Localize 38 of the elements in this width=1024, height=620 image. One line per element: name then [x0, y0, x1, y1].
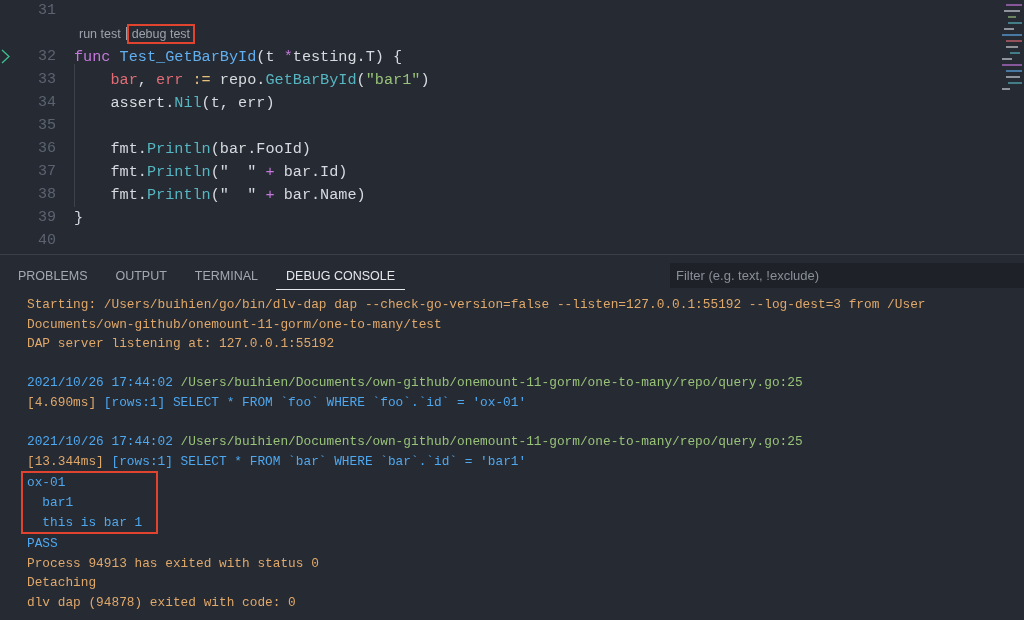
- console-line: ox-01: [27, 474, 67, 493]
- filter-field[interactable]: Filter (e.g. text, !exclude): [670, 262, 1024, 288]
- line-number: 35: [37, 117, 56, 134]
- console-line: dlv dap (94878) exited with code: 0: [27, 593, 297, 612]
- line-number: 37: [37, 163, 56, 180]
- console-line: 2021/10/26 17:44:02 /Users/buihien/Documents/own-github/onemount-11-gorm/one-to-many/repo/query.go:25: [27, 433, 804, 452]
- code-line: func Test_GetBarById(t *testing.T) {: [74, 47, 403, 66]
- console-line: [13.344ms] [rows:1] SELECT * FROM `bar` WHERE `bar`.`id` = 'bar1': [27, 452, 528, 471]
- panel-tab[interactable]: TERMINAL: [184, 260, 269, 290]
- console-line: Process 94913 has exited with status 0: [27, 554, 320, 573]
- console-line: Detaching: [27, 574, 98, 593]
- console-line: Starting: /Users/buihien/go/bin/dlv-dap dap --check-go-version=false --listen=127.0.0.1:55192 --log-dest=3 from /User: [27, 296, 927, 314]
- panel-tab[interactable]: PROBLEMS: [8, 260, 98, 290]
- line-number: 31: [37, 2, 56, 19]
- panel-tab[interactable]: OUTPUT: [105, 260, 177, 290]
- panel-tab[interactable]: DEBUG CONSOLE: [276, 260, 406, 290]
- code-line: fmt.Println(bar.FooId): [109, 139, 311, 158]
- console-line: DAP server listening at: 127.0.0.1:55192: [27, 335, 336, 354]
- line-number: 39: [37, 209, 56, 226]
- console-line: this is bar 1: [41, 513, 143, 532]
- code-line: }: [74, 208, 84, 227]
- codelens-link[interactable]: run test: [74, 23, 126, 44]
- code-line: bar, err := repo.GetBarById("bar1"): [109, 70, 430, 89]
- line-number: 33: [37, 71, 56, 88]
- console-line: Documents/own-github/onemount-11-gorm/one-to-many/test: [27, 315, 443, 334]
- console-line: PASS: [27, 535, 59, 554]
- code-line: fmt.Println(" " + bar.Id): [109, 162, 348, 181]
- code-line: assert.Nil(t, err): [109, 93, 275, 112]
- line-number: 38: [37, 186, 56, 203]
- console-line: 2021/10/26 17:44:02 /Users/buihien/Documents/own-github/onemount-11-gorm/one-to-many/repo/query.go:25: [27, 374, 804, 393]
- codelens-link[interactable]: debug test: [126, 23, 196, 44]
- console-line: bar1: [41, 493, 75, 512]
- code-line: fmt.Println(" " + bar.Name): [109, 185, 366, 204]
- line-number: 36: [37, 140, 56, 157]
- line-number: 40: [37, 232, 56, 249]
- console-line: [4.690ms] [rows:1] SELECT * FROM `foo` WHERE `foo`.`id` = 'ox-01': [27, 393, 528, 412]
- line-number: 34: [37, 94, 56, 111]
- line-number: 32: [37, 48, 56, 65]
